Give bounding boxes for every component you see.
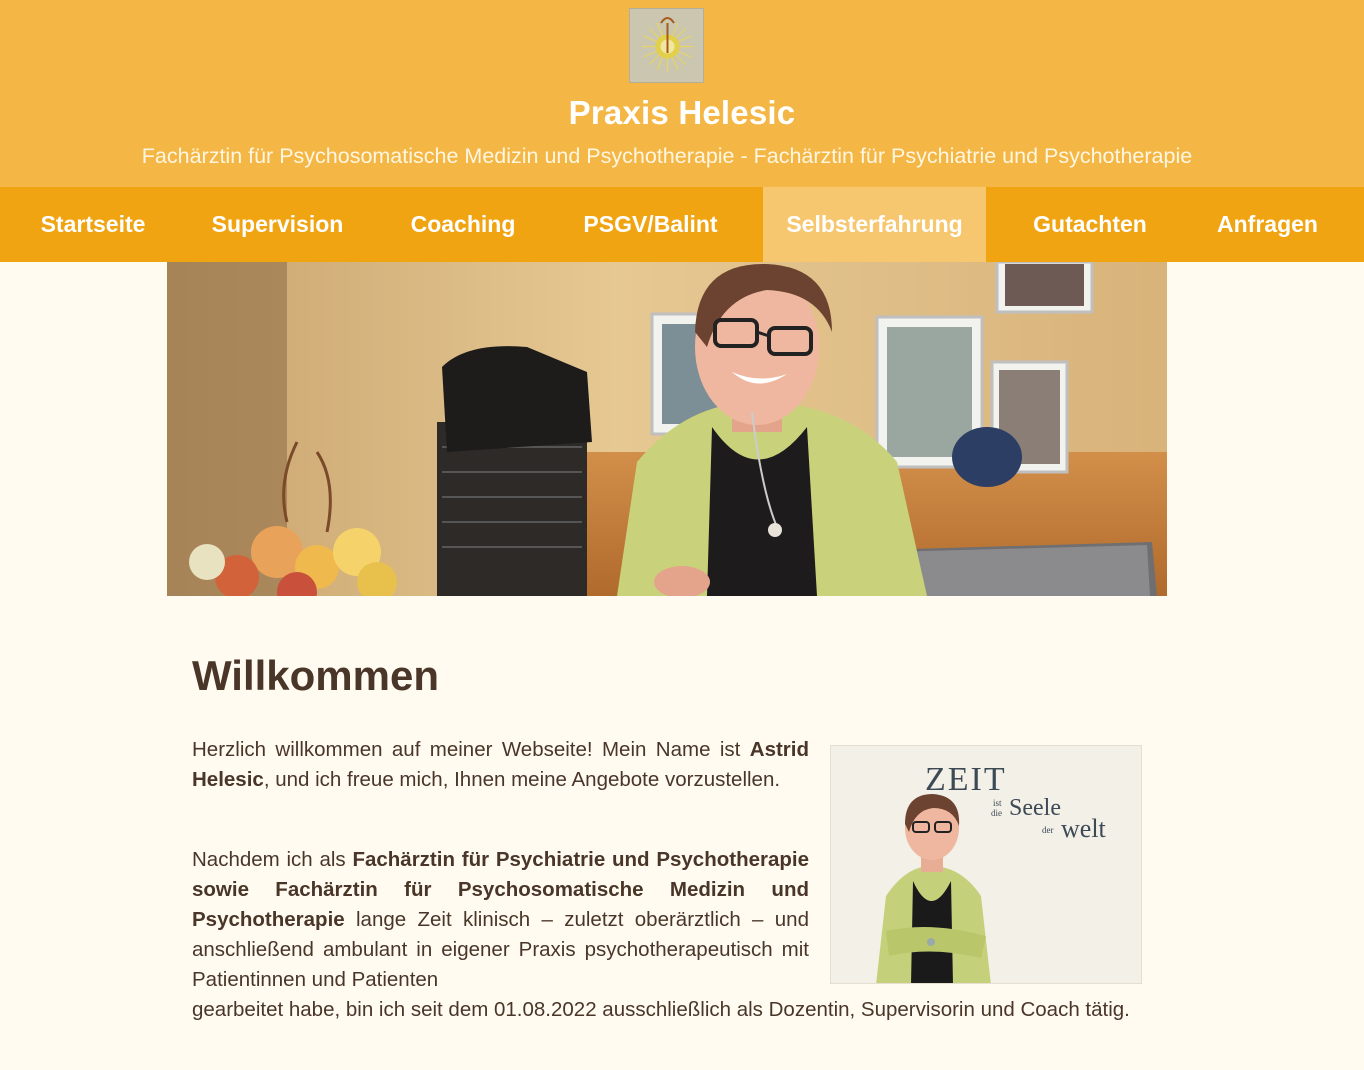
seele-text: Seele — [1009, 795, 1061, 821]
welt-text: welt — [1061, 814, 1107, 843]
career-paragraph-lines-b: gearbeitet habe, bin ich seit dem 01.08.… — [192, 995, 1142, 1025]
nav-item-startseite[interactable]: Startseite — [0, 187, 186, 262]
site-header: Praxis Helesic Fachärztin für Psychosoma… — [0, 0, 1364, 187]
hero-photo — [167, 262, 1167, 596]
intro-text-1: Herzlich willkommen auf meiner Webseite!… — [192, 738, 750, 761]
page-heading: Willkommen — [192, 652, 439, 699]
nav-item-selbsterfahrung[interactable]: Selbsterfahrung — [763, 187, 986, 262]
zeit-text: ZEIT — [925, 761, 1007, 798]
nav-item-supervision[interactable]: Supervision — [186, 187, 369, 262]
nav-item-gutachten[interactable]: Gutachten — [998, 187, 1182, 262]
main-nav: Startseite Supervision Coaching PSGV/Bal… — [0, 187, 1364, 262]
career-text-1: Nachdem ich als — [192, 848, 353, 871]
nav-item-coaching[interactable]: Coaching — [369, 187, 557, 262]
career-text-2-end: gearbeitet habe, bin ich seit dem 01.08.… — [192, 998, 1130, 1021]
career-paragraph-lines-a: Nachdem ich als Fachärztin für Psychiatr… — [192, 845, 809, 995]
zeit-seele-welt-photo: ZEIT ist die Seele der welt — [830, 745, 1142, 984]
nav-item-psgv-balint[interactable]: PSGV/Balint — [557, 187, 744, 262]
site-subtitle: Fachärztin für Psychosomatische Medizin … — [141, 144, 1193, 168]
intro-paragraph: Herzlich willkommen auf meiner Webseite!… — [192, 735, 809, 795]
nav-item-anfragen[interactable]: Anfragen — [1182, 187, 1353, 262]
der-text: der — [1042, 825, 1054, 835]
ist-text: ist — [993, 798, 1002, 808]
site-title[interactable]: Praxis Helesic — [0, 94, 1364, 132]
die-text: die — [991, 808, 1002, 818]
intro-text-2: , und ich freue mich, Ihnen meine Angebo… — [263, 768, 781, 791]
sun-figure-logo-icon[interactable] — [629, 8, 704, 83]
